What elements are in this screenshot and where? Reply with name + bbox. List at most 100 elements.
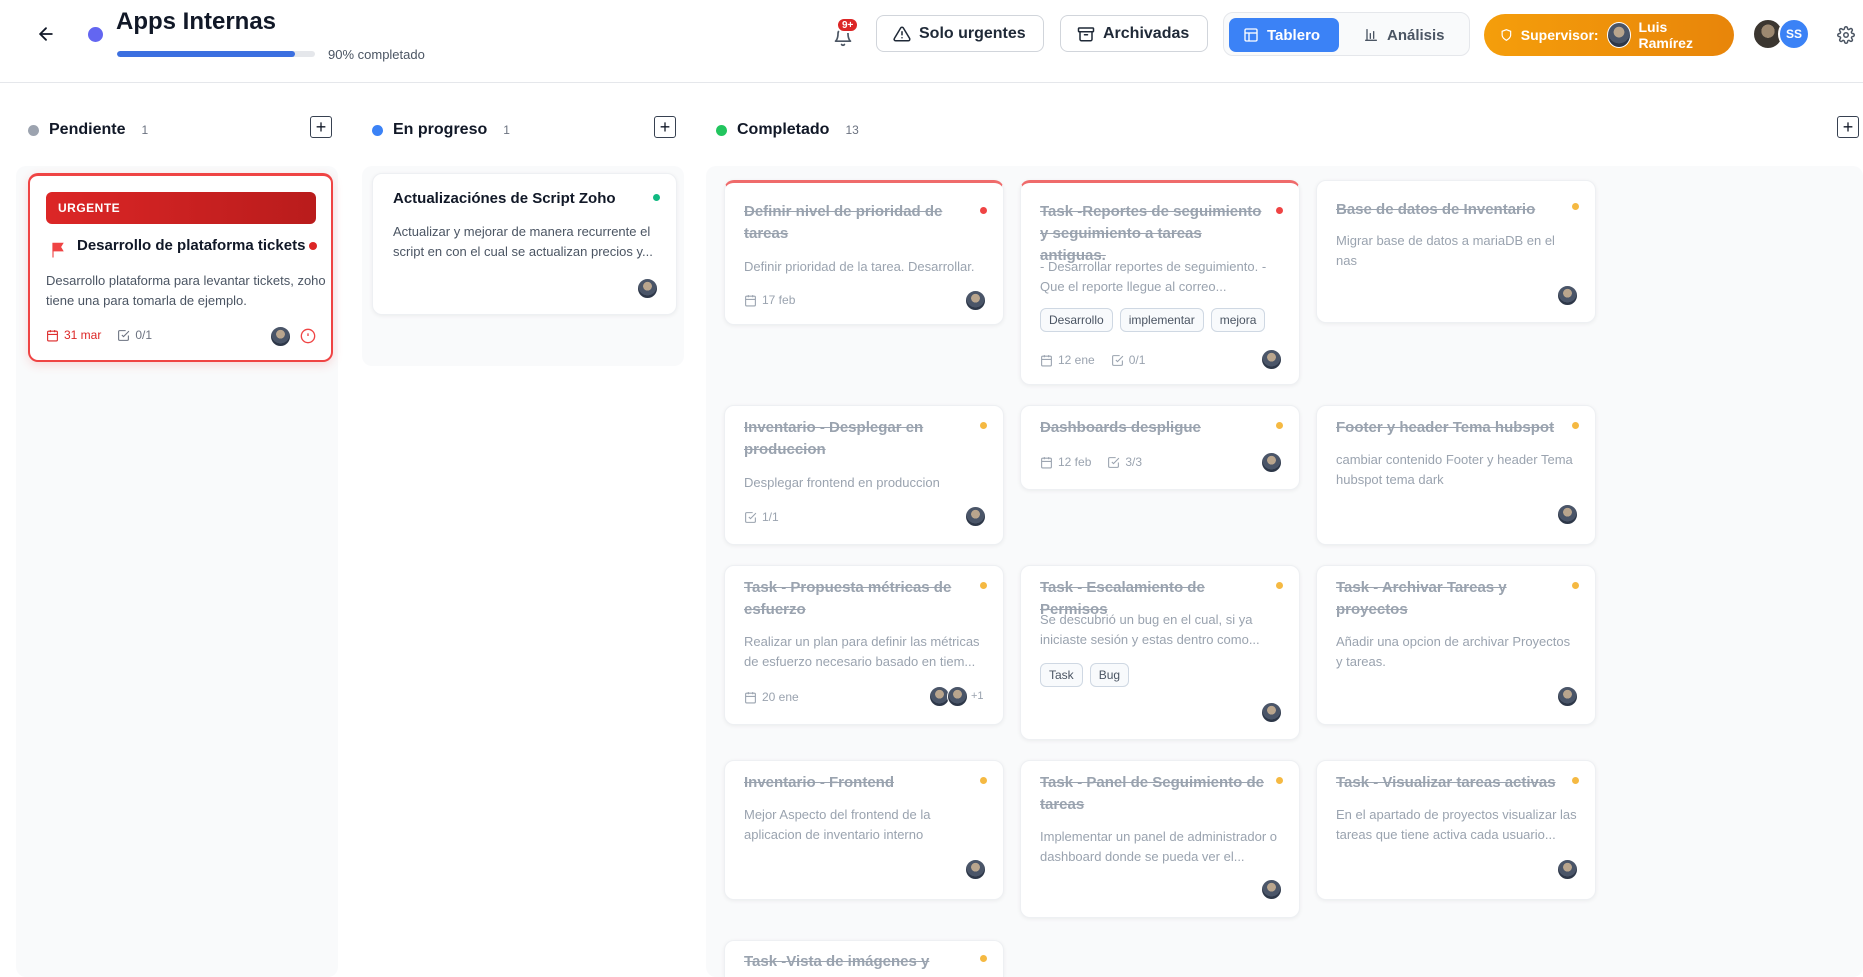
- priority-dot: [653, 194, 660, 201]
- task-card[interactable]: Task - Visualizar tareas activas En el a…: [1316, 760, 1596, 900]
- assignee-avatar[interactable]: [1557, 504, 1578, 525]
- tag: mejora: [1210, 308, 1266, 332]
- card-title: Task - Panel de Seguimiento de tareas: [1040, 774, 1264, 813]
- checkbox-icon: [1108, 456, 1120, 468]
- card-title: Definir nivel de prioridad de tareas: [744, 203, 943, 242]
- card-description: Definir prioridad de la tarea. Desarroll…: [744, 259, 975, 274]
- column-color-dot: [716, 124, 727, 136]
- supervisor-pill[interactable]: Supervisor: Luis Ramírez: [1484, 14, 1734, 56]
- plus-icon: +: [315, 117, 327, 137]
- priority-dot: [980, 207, 987, 214]
- task-card[interactable]: Task - Propuesta métricas de esfuerzo Re…: [724, 565, 1004, 725]
- supervisor-label: Supervisor:: [1520, 27, 1599, 43]
- top-bar: Apps Internas 90% completado 9+ Solo urg…: [0, 0, 1863, 83]
- column-color-dot: [372, 124, 383, 136]
- checkbox-icon: [1111, 354, 1124, 366]
- assignee-avatar[interactable]: [270, 326, 291, 347]
- priority-dot: [1276, 207, 1283, 214]
- project-progress-fill: [117, 51, 296, 57]
- card-meta: 1/1: [744, 510, 779, 524]
- checklist-text: 0/1: [1128, 353, 1146, 367]
- urgent-only-label: Solo urgentes: [919, 24, 1026, 42]
- warning-icon: [893, 25, 911, 41]
- task-card[interactable]: Task - Escalamiento de Permisos Se descu…: [1020, 565, 1300, 740]
- settings-button[interactable]: [1834, 23, 1858, 47]
- column-count: 1: [141, 123, 149, 137]
- shield-icon: [1501, 29, 1512, 41]
- task-card[interactable]: Dashboards despligue 12 feb 3/3: [1020, 405, 1300, 490]
- assignee-avatar[interactable]: [1261, 702, 1282, 723]
- task-card[interactable]: Task -Reportes de seguimiento y seguimie…: [1020, 180, 1300, 385]
- column-header-completed: Completado 13: [716, 117, 859, 143]
- assignee-avatar[interactable]: [947, 686, 968, 707]
- task-card[interactable]: Base de datos de Inventario Migrar base …: [1316, 180, 1596, 323]
- archived-label: Archivadas: [1103, 24, 1190, 42]
- archived-button[interactable]: Archivadas: [1060, 15, 1208, 52]
- column-title: Pendiente: [49, 121, 126, 138]
- card-description: Desplegar frontend en produccion: [744, 475, 940, 490]
- calendar-icon: [745, 691, 756, 703]
- task-card[interactable]: Inventario - Frontend Mejor Aspecto del …: [724, 760, 1004, 900]
- card-meta: 31 mar 0/1: [46, 328, 152, 342]
- urgent-badge: URGENTE: [46, 192, 316, 224]
- column-title: En progreso: [393, 121, 488, 138]
- checkbox-icon: [745, 511, 757, 523]
- priority-dot: [980, 955, 987, 962]
- assignee-avatar[interactable]: [965, 506, 986, 527]
- plus-icon: +: [1842, 117, 1854, 137]
- assignee-avatar[interactable]: [1557, 859, 1578, 880]
- plus-icon: +: [659, 117, 671, 137]
- project-progress-bar: [117, 51, 315, 57]
- column-color-dot: [28, 124, 39, 136]
- column-header-in-progress: En progreso 1: [372, 117, 510, 143]
- task-card[interactable]: Footer y header Tema hubspot cambiar con…: [1316, 405, 1596, 545]
- analysis-view-button[interactable]: Análisis: [1349, 18, 1464, 52]
- column-header-pending: Pendiente 1: [28, 117, 148, 143]
- assignee-avatar[interactable]: [1261, 349, 1282, 370]
- assignee-avatar[interactable]: [965, 290, 986, 311]
- due-date: 12 ene: [1040, 353, 1095, 367]
- card-title: Task - Visualizar tareas activas: [1336, 774, 1556, 791]
- card-description: Se descubrió un bug en el cual, si ya in…: [1040, 612, 1260, 647]
- card-meta: 12 feb 3/3: [1040, 455, 1142, 469]
- card-description: Actualizar y mejorar de manera recurrent…: [393, 224, 653, 259]
- team-avatars[interactable]: SS: [1752, 18, 1818, 52]
- alert-circle-icon: [300, 328, 316, 344]
- urgent-only-button[interactable]: Solo urgentes: [876, 15, 1044, 52]
- checklist-text: 3/3: [1125, 455, 1143, 469]
- assignee-avatar[interactable]: [1557, 285, 1578, 306]
- task-card[interactable]: Task -Vista de imágenes y: [724, 940, 1004, 977]
- assignee-avatar[interactable]: [1261, 452, 1282, 473]
- supervisor-name: Luis Ramírez: [1638, 19, 1693, 51]
- due-date: 20 ene: [744, 690, 799, 704]
- add-task-button-in-progress[interactable]: +: [654, 116, 676, 138]
- add-task-button-completed[interactable]: +: [1837, 116, 1859, 138]
- card-tags: Desarrollo implementar mejora: [1040, 308, 1266, 332]
- card-meta: 17 feb: [744, 293, 795, 307]
- calendar-icon: [1041, 354, 1052, 366]
- task-card[interactable]: Actualizaciónes de Script Zoho Actualiza…: [372, 173, 677, 315]
- assignee-avatar[interactable]: [1557, 686, 1578, 707]
- add-task-button-pending[interactable]: +: [310, 116, 332, 138]
- checklist-text: 1/1: [762, 510, 779, 524]
- priority-dot: [980, 777, 987, 784]
- priority-dot: [1572, 582, 1579, 589]
- assignee-avatar[interactable]: [637, 278, 658, 299]
- task-card[interactable]: Inventario - Desplegar en produccion Des…: [724, 405, 1004, 545]
- card-description: Realizar un plan para definir las métric…: [744, 634, 980, 669]
- assignee-avatar[interactable]: [965, 859, 986, 880]
- tag: implementar: [1119, 308, 1204, 332]
- assignee-avatar[interactable]: [1261, 879, 1282, 900]
- card-title: Base de datos de Inventario: [1336, 201, 1536, 218]
- task-card[interactable]: Task - Archivar Tareas y proyectos Añadi…: [1316, 565, 1596, 725]
- board-view-button[interactable]: Tablero: [1229, 18, 1339, 52]
- archive-icon: [1077, 26, 1095, 41]
- task-card[interactable]: Definir nivel de prioridad de tareas Def…: [724, 180, 1004, 325]
- task-card-urgent[interactable]: URGENTE Desarrollo de plataforma tickets…: [28, 173, 333, 362]
- layout-icon: [1244, 28, 1258, 42]
- card-description: Añadir una opcion de archivar Proyectos …: [1336, 634, 1571, 669]
- card-description: Migrar base de datos a mariaDB en el nas: [1336, 233, 1555, 268]
- task-card[interactable]: Task - Panel de Seguimiento de tareas Im…: [1020, 760, 1300, 918]
- card-title: Inventario - Frontend: [744, 774, 894, 791]
- back-button[interactable]: [34, 22, 58, 46]
